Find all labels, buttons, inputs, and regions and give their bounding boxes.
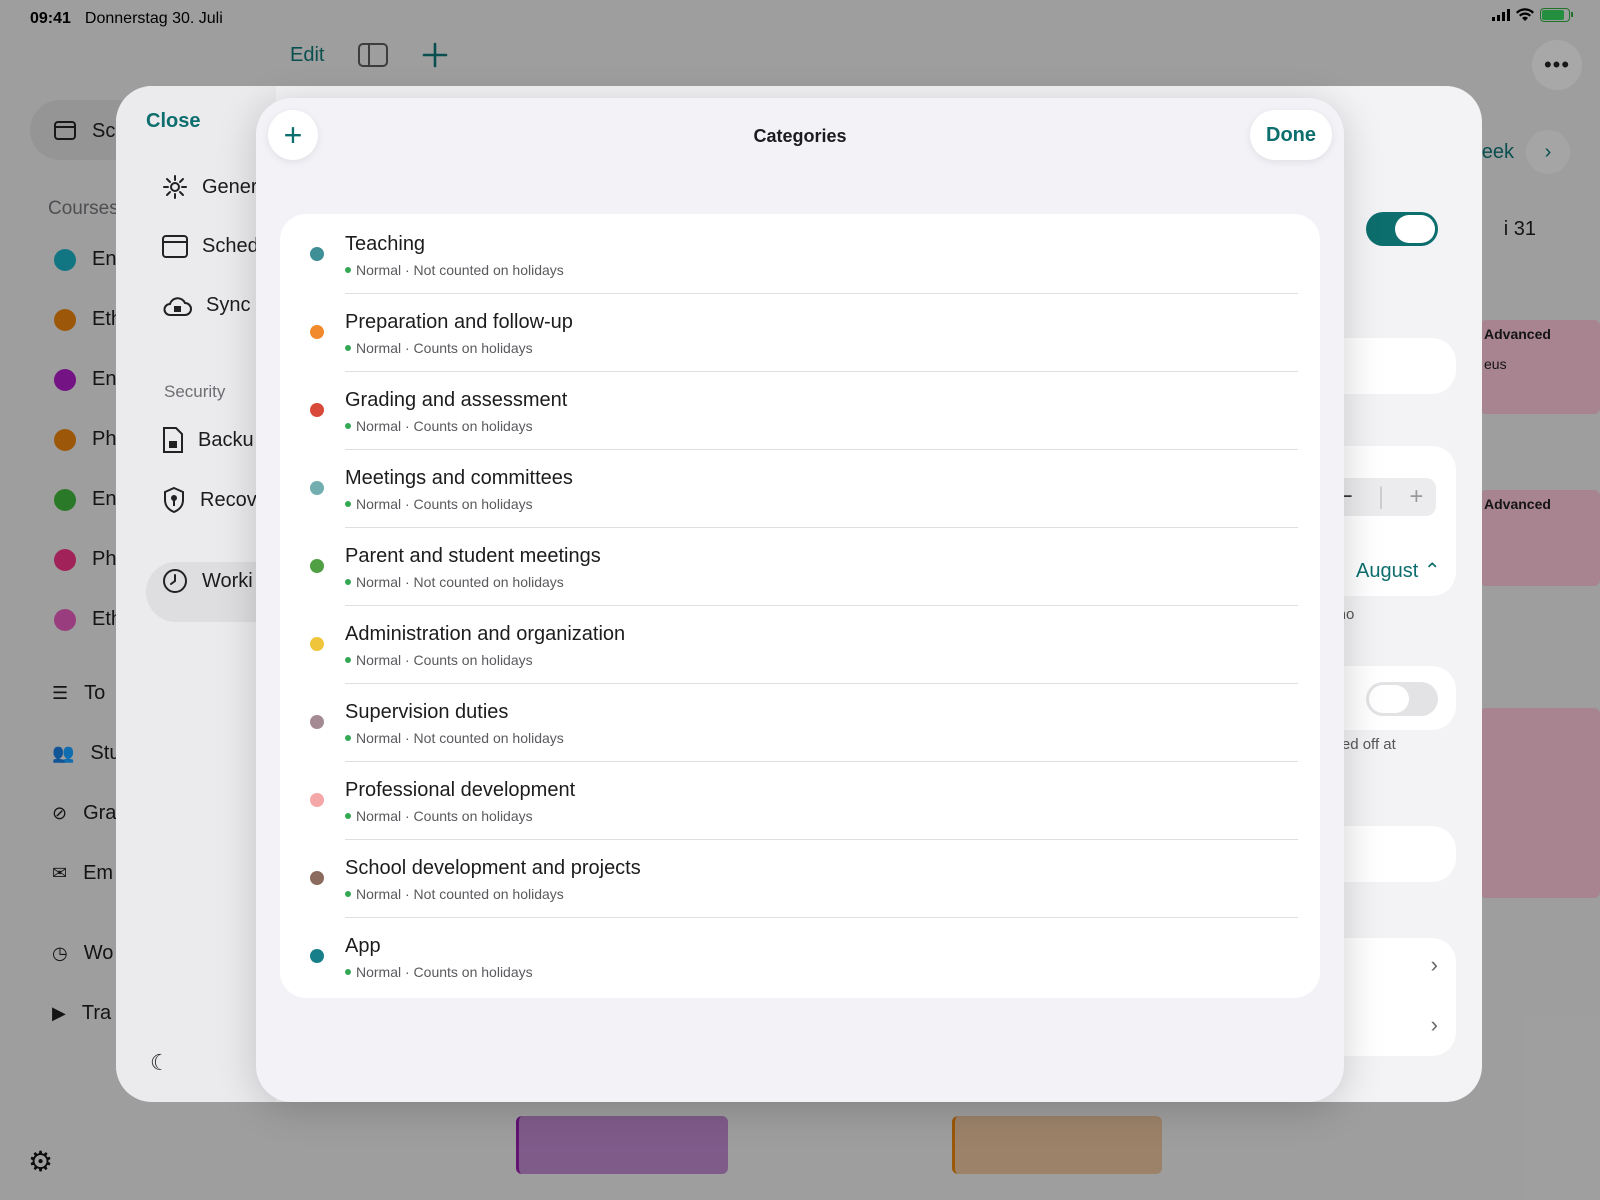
category-subtitle: Normal · Not counted on holidays bbox=[356, 886, 564, 902]
category-row[interactable]: Supervision duties Normal · Not counted o… bbox=[280, 684, 1320, 762]
settings-item-working-time[interactable]: Worki bbox=[162, 568, 253, 594]
category-name: Grading and assessment bbox=[345, 389, 568, 411]
chevron-updown-icon: ⌃ bbox=[1423, 560, 1441, 582]
month-value: August bbox=[1356, 560, 1419, 582]
category-row[interactable]: Teaching Normal · Not counted on holidays bbox=[280, 216, 1320, 294]
category-color-dot bbox=[310, 247, 324, 261]
shield-key-icon bbox=[164, 486, 184, 514]
status-dot-icon bbox=[345, 345, 351, 351]
category-color-dot bbox=[310, 793, 324, 807]
category-details: Normal · Counts on holidays bbox=[345, 496, 533, 512]
settings-item-label: Backu bbox=[198, 428, 254, 451]
settings-item-label: Recov bbox=[200, 488, 257, 511]
status-dot-icon bbox=[345, 423, 351, 429]
category-color-dot bbox=[310, 559, 324, 573]
category-color-dot bbox=[310, 871, 324, 885]
category-row[interactable]: Professional development Normal · Counts … bbox=[280, 762, 1320, 840]
category-color-dot bbox=[310, 949, 324, 963]
category-row[interactable]: Administration and organization Normal · … bbox=[280, 606, 1320, 684]
category-subtitle: Normal · Not counted on holidays bbox=[356, 574, 564, 590]
category-name: Parent and student meetings bbox=[345, 545, 601, 567]
category-details: Normal · Not counted on holidays bbox=[345, 730, 564, 746]
modal-header: + Categories Done bbox=[256, 98, 1344, 208]
category-subtitle: Normal · Counts on holidays bbox=[356, 964, 533, 980]
category-name: Administration and organization bbox=[345, 623, 626, 645]
gear-icon bbox=[163, 175, 187, 199]
category-details: Normal · Counts on holidays bbox=[345, 418, 533, 434]
category-details: Normal · Counts on holidays bbox=[345, 340, 533, 356]
category-name: App bbox=[345, 935, 381, 957]
status-dot-icon bbox=[345, 657, 351, 663]
category-subtitle: Normal · Counts on holidays bbox=[356, 652, 533, 668]
category-subtitle: Normal · Counts on holidays bbox=[356, 340, 533, 356]
status-dot-icon bbox=[345, 891, 351, 897]
status-dot-icon bbox=[345, 813, 351, 819]
chevron-right-icon[interactable]: › bbox=[1431, 952, 1438, 978]
calendar-icon bbox=[162, 235, 188, 258]
status-dot-icon bbox=[345, 969, 351, 975]
category-subtitle: Normal · Not counted on holidays bbox=[356, 262, 564, 278]
close-button[interactable]: Close bbox=[146, 110, 200, 133]
category-color-dot bbox=[310, 403, 324, 417]
category-details: Normal · Not counted on holidays bbox=[345, 886, 564, 902]
category-subtitle: Normal · Not counted on holidays bbox=[356, 730, 564, 746]
clock-icon bbox=[163, 569, 187, 593]
category-details: Normal · Not counted on holidays bbox=[345, 262, 564, 278]
settings-item-label: Sched bbox=[202, 234, 259, 257]
category-row[interactable]: School development and projects Normal · … bbox=[280, 840, 1320, 918]
toggle-switch[interactable] bbox=[1366, 682, 1438, 716]
categories-modal: + Categories Done Teaching Normal · Not c… bbox=[256, 98, 1344, 1102]
status-dot-icon bbox=[345, 501, 351, 507]
category-name: Preparation and follow-up bbox=[345, 311, 573, 333]
category-name: Supervision duties bbox=[345, 701, 509, 723]
document-lock-icon bbox=[163, 427, 183, 453]
status-dot-icon bbox=[345, 579, 351, 585]
category-color-dot bbox=[310, 325, 324, 339]
cloud-lock-icon bbox=[163, 296, 192, 316]
settings-item-label: Sync bbox=[206, 294, 251, 316]
status-dot-icon bbox=[345, 267, 351, 273]
category-color-dot bbox=[310, 637, 324, 651]
settings-item-recovery[interactable]: Recov bbox=[162, 486, 257, 514]
month-picker[interactable]: August ⌃ bbox=[1356, 558, 1441, 583]
chevron-right-icon[interactable]: › bbox=[1431, 1012, 1438, 1038]
settings-item-backup[interactable]: Backu bbox=[162, 426, 254, 454]
category-name: Teaching bbox=[345, 233, 426, 255]
moon-icon[interactable]: ☾ bbox=[150, 1050, 170, 1076]
category-details: Normal · Not counted on holidays bbox=[345, 574, 564, 590]
done-button[interactable]: Done bbox=[1250, 110, 1332, 160]
category-row[interactable]: Grading and assessment Normal · Counts on… bbox=[280, 372, 1320, 450]
category-name: Professional development bbox=[345, 779, 576, 801]
security-header: Security bbox=[164, 382, 226, 401]
category-subtitle: Normal · Counts on holidays bbox=[356, 808, 533, 824]
plus-icon[interactable]: + bbox=[1409, 483, 1423, 511]
category-subtitle: Normal · Counts on holidays bbox=[356, 496, 533, 512]
category-color-dot bbox=[310, 715, 324, 729]
category-row[interactable]: Meetings and committees Normal · Counts o… bbox=[280, 450, 1320, 528]
category-name: Meetings and committees bbox=[345, 467, 573, 489]
category-subtitle: Normal · Counts on holidays bbox=[356, 418, 533, 434]
settings-item-label: Gener bbox=[202, 175, 258, 198]
category-name: School development and projects bbox=[345, 857, 641, 879]
settings-item-schedule[interactable]: Sched bbox=[162, 234, 259, 258]
category-row[interactable]: App Normal · Counts on holidays bbox=[280, 918, 1320, 996]
page-title: Categories bbox=[753, 126, 847, 146]
settings-item-label: Worki bbox=[202, 569, 253, 592]
settings-item-general[interactable]: Gener bbox=[162, 174, 258, 200]
status-dot-icon bbox=[345, 735, 351, 741]
category-details: Normal · Counts on holidays bbox=[345, 652, 533, 668]
category-details: Normal · Counts on holidays bbox=[345, 808, 533, 824]
category-list: Teaching Normal · Not counted on holidays… bbox=[280, 214, 1320, 998]
category-color-dot bbox=[310, 481, 324, 495]
category-row[interactable]: Preparation and follow-up Normal · Counts… bbox=[280, 294, 1320, 372]
category-details: Normal · Counts on holidays bbox=[345, 964, 533, 980]
stepper-divider: | bbox=[1377, 483, 1385, 510]
toggle-switch[interactable] bbox=[1366, 212, 1438, 246]
category-row[interactable]: Parent and student meetings Normal · Not … bbox=[280, 528, 1320, 606]
settings-item-sync[interactable]: Sync bbox=[162, 294, 250, 317]
